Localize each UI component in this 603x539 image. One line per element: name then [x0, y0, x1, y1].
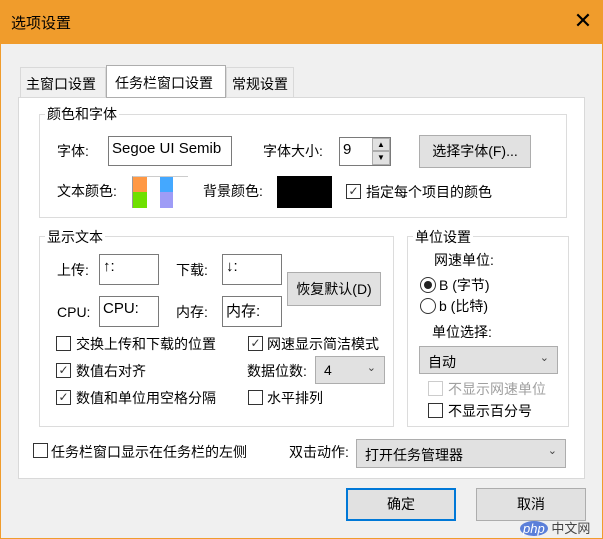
watermark-logo: php 中文网: [520, 518, 602, 538]
horizontal-label: 水平排列: [267, 390, 323, 406]
simple-mode-checkbox[interactable]: ✓: [248, 336, 263, 351]
download-label: 下载:: [176, 262, 208, 278]
upload-input[interactable]: ↑:: [99, 254, 159, 285]
swap-label: 交换上传和下载的位置: [76, 336, 216, 352]
cancel-button[interactable]: 取消: [476, 488, 586, 521]
text-color-swatch[interactable]: [132, 176, 188, 208]
radio-byte-label: B (字节): [439, 277, 490, 293]
font-label: 字体:: [57, 143, 89, 159]
hide-percent-checkbox[interactable]: [428, 403, 443, 418]
digits-value: 4: [324, 362, 332, 378]
spin-up-icon[interactable]: ▲: [372, 138, 390, 151]
ok-button[interactable]: 确定: [346, 488, 456, 521]
group-label: 颜色和字体: [45, 106, 119, 122]
color-swatch-green: [133, 192, 147, 208]
bg-color-label: 背景颜色:: [203, 183, 263, 199]
left-side-checkbox[interactable]: [33, 443, 48, 458]
hide-speed-unit-label: 不显示网速单位: [448, 381, 546, 397]
font-input[interactable]: Segoe UI Semib: [108, 136, 232, 166]
text-color-label: 文本颜色:: [57, 183, 117, 199]
font-size-value: 9: [343, 141, 352, 158]
dblclick-value: 打开任务管理器: [365, 447, 463, 463]
chevron-down-icon: ⌄: [366, 362, 376, 374]
unit-select-label: 单位选择:: [432, 324, 492, 340]
radio-bit-label: b (比特): [439, 298, 488, 314]
group-label: 显示文本: [45, 229, 105, 245]
space-sep-checkbox[interactable]: ✓: [56, 390, 71, 405]
cpu-input[interactable]: CPU:: [99, 296, 159, 327]
choose-font-button[interactable]: 选择字体(F)...: [419, 135, 531, 168]
radio-byte[interactable]: [420, 277, 436, 293]
tab-general[interactable]: 常规设置: [226, 67, 294, 98]
bg-color-swatch[interactable]: [277, 176, 332, 208]
chevron-down-icon: ⌄: [547, 445, 557, 457]
color-swatch-orange: [133, 177, 147, 192]
color-swatch-blue: [160, 177, 173, 192]
hide-speed-unit-checkbox[interactable]: [428, 381, 443, 396]
close-icon[interactable]: ✕: [571, 7, 595, 35]
unit-select-value: 自动: [428, 354, 456, 370]
group-label: 单位设置: [413, 229, 473, 245]
chevron-down-icon: ⌄: [539, 352, 549, 364]
color-swatch-purple: [160, 192, 173, 208]
tab-main-window[interactable]: 主窗口设置: [20, 67, 106, 98]
window-title: 选项设置: [11, 15, 72, 32]
per-item-color-label: 指定每个项目的颜色: [366, 184, 492, 200]
right-align-label: 数值右对齐: [76, 363, 146, 379]
download-input[interactable]: ↓:: [222, 254, 282, 285]
title-bar: [1, 1, 602, 44]
memory-input[interactable]: 内存:: [222, 296, 282, 327]
left-side-label: 任务栏窗口显示在任务栏的左侧: [51, 444, 247, 460]
font-size-label: 字体大小:: [263, 143, 323, 159]
horizontal-checkbox[interactable]: [248, 390, 263, 405]
right-align-checkbox[interactable]: ✓: [56, 363, 71, 378]
radio-bit[interactable]: [420, 298, 436, 314]
per-item-color-checkbox[interactable]: ✓: [346, 184, 361, 199]
tab-taskbar-window[interactable]: 任务栏窗口设置: [106, 65, 226, 98]
digits-select[interactable]: 4 ⌄: [315, 356, 385, 384]
hide-percent-label: 不显示百分号: [448, 403, 532, 419]
dblclick-label: 双击动作:: [289, 444, 349, 460]
digits-label: 数据位数:: [247, 363, 307, 379]
space-sep-label: 数值和单位用空格分隔: [76, 390, 216, 406]
speed-unit-label: 网速单位:: [434, 252, 494, 268]
memory-label: 内存:: [176, 304, 208, 320]
cpu-label: CPU:: [57, 304, 91, 320]
swap-checkbox[interactable]: [56, 336, 71, 351]
unit-select[interactable]: 自动 ⌄: [419, 346, 558, 374]
upload-label: 上传:: [57, 262, 89, 278]
dblclick-select[interactable]: 打开任务管理器 ⌄: [356, 439, 566, 468]
restore-default-button[interactable]: 恢复默认(D): [287, 272, 381, 306]
spin-down-icon[interactable]: ▼: [372, 151, 390, 165]
simple-mode-label: 网速显示简洁模式: [267, 336, 379, 352]
